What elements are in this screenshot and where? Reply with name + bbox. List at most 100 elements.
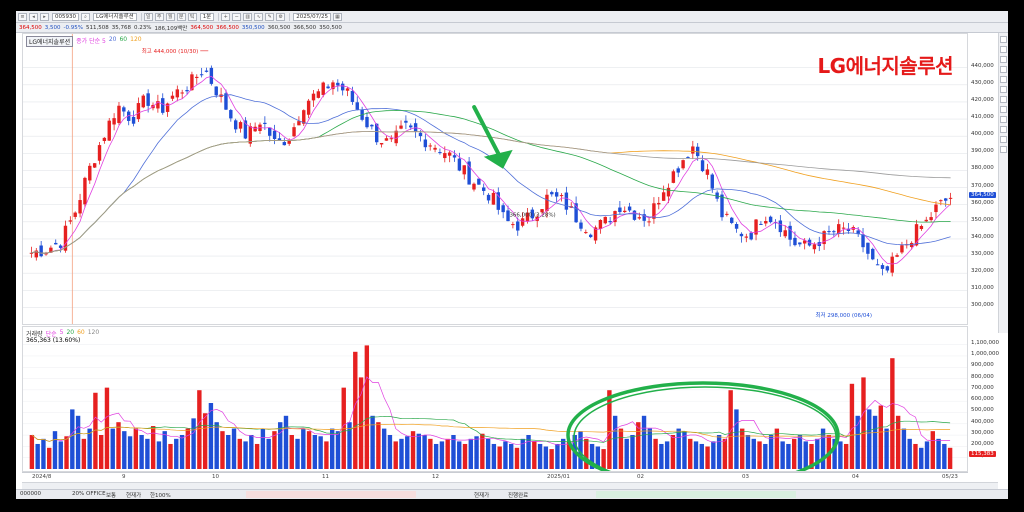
volume-y-tick-label: 500,000: [971, 407, 994, 414]
candle-body: [209, 67, 214, 84]
status-item: 현재가: [126, 493, 142, 499]
period-week-icon[interactable]: 주: [154, 12, 164, 21]
arrow-tool-icon[interactable]: [1000, 116, 1007, 123]
candle-body: [384, 138, 389, 141]
volume-bar: [41, 438, 46, 469]
candle-body: [97, 145, 102, 161]
candle-body: [793, 237, 797, 246]
candle-body: [720, 194, 724, 218]
fibonacci-tool-icon[interactable]: [1000, 76, 1007, 83]
period-month-icon[interactable]: 월: [165, 12, 175, 21]
volume-y-tick-label: 1,000,000: [971, 350, 999, 357]
lock-tool-icon[interactable]: [1000, 146, 1007, 153]
candle-body: [827, 231, 831, 233]
candle-body: [389, 138, 394, 140]
candle-body: [705, 169, 710, 175]
volume-bar: [335, 431, 341, 469]
candle-body: [661, 192, 666, 201]
volume-y-tick-label: 900,000: [971, 362, 994, 369]
period-day-icon[interactable]: 일: [143, 12, 153, 21]
candle-body: [350, 90, 355, 102]
ma-label: 종가 단순 5: [76, 38, 106, 45]
y-tick-label: 310,000: [971, 285, 994, 292]
prev-icon[interactable]: ◂: [29, 12, 38, 21]
toolbar-divider: [140, 12, 142, 21]
status-bar: 00000020%OFFICE보통현재가한100%보통현재가100%현재가진행완…: [16, 489, 1008, 499]
candle-body: [68, 220, 73, 222]
ellipse-tool-icon[interactable]: [1000, 106, 1007, 113]
volume-bar: [786, 443, 791, 469]
volume-bar: [243, 441, 248, 469]
candle-body: [647, 221, 651, 223]
candle-body: [452, 155, 457, 158]
volume-bar: [428, 438, 433, 469]
candle-body: [409, 125, 413, 128]
stock-name-field[interactable]: LG에너지솔루션: [93, 12, 137, 21]
vertical-line-tool-icon[interactable]: [1000, 66, 1007, 73]
candle-body: [340, 83, 345, 91]
horizontal-line-tool-icon[interactable]: [1000, 56, 1007, 63]
candle-body: [394, 130, 398, 144]
draw-icon[interactable]: ✎: [265, 12, 275, 21]
price-chart-pane[interactable]: 최고 444,000 (10/30) 최저 298,000 (06/04) 366,…: [22, 33, 968, 325]
rectangle-tool-icon[interactable]: [1000, 96, 1007, 103]
volume-bar: [751, 438, 756, 469]
indicator-icon[interactable]: ∿: [254, 12, 264, 21]
mid-price-label: 366,000 (3.28%): [509, 213, 555, 219]
cursor-tool-icon[interactable]: [1000, 36, 1007, 43]
candle-body: [365, 116, 369, 128]
zoom-out-icon[interactable]: −: [232, 12, 242, 21]
x-tick-label: 02: [637, 474, 644, 480]
top-toolbar: ≡ ◂ ▸ 005930 ⌕ LG에너지솔루션 일 주 월 분 틱 1분 + −…: [16, 11, 1008, 23]
volume-bar: [445, 438, 450, 469]
next-icon[interactable]: ▸: [40, 12, 49, 21]
volume-bar: [439, 441, 445, 469]
y-tick-label: 330,000: [971, 251, 994, 258]
zoom-in-icon[interactable]: +: [221, 12, 231, 21]
chart-type-icon[interactable]: ▥: [243, 12, 253, 21]
volume-bar: [29, 435, 35, 469]
volume-bar: [387, 435, 393, 469]
volume-bar: [514, 447, 520, 469]
candle-body: [919, 225, 924, 230]
eraser-tool-icon[interactable]: [1000, 126, 1007, 133]
interval-field[interactable]: 1분: [199, 12, 215, 21]
volume-bar: [174, 438, 179, 469]
price-info-value: 350,500: [241, 24, 265, 31]
candle-body: [948, 197, 953, 199]
volume-value: 365,363 (13.60%): [26, 337, 81, 344]
volume-bar: [659, 443, 664, 469]
period-minute-icon[interactable]: 분: [176, 12, 186, 21]
volume-bar: [532, 441, 537, 469]
volume-bar: [214, 422, 219, 469]
candle-body: [170, 95, 175, 99]
ma-label: 20: [108, 36, 117, 43]
y-tick-label: 300,000: [971, 302, 994, 309]
volume-bar: [843, 443, 849, 469]
trendline-tool-icon[interactable]: [1000, 46, 1007, 53]
text-tool-icon[interactable]: [1000, 86, 1007, 93]
settings-icon[interactable]: ⚙: [276, 12, 286, 21]
candle-body: [632, 210, 637, 220]
candle-body: [102, 137, 107, 141]
date-field[interactable]: 2025/07/25: [293, 12, 331, 21]
candle-body: [370, 124, 374, 127]
magnet-tool-icon[interactable]: [1000, 136, 1007, 143]
stock-code-field[interactable]: 005930: [52, 12, 79, 21]
price-info-value: -0.95%: [63, 24, 83, 31]
period-tick-icon[interactable]: 틱: [187, 12, 197, 21]
volume-bar: [884, 428, 889, 469]
volume-bar: [197, 390, 202, 469]
chart-stock-name-box[interactable]: LG에너지솔루션: [26, 36, 74, 47]
calendar-icon[interactable]: ▦: [332, 12, 342, 21]
volume-bar: [682, 431, 687, 469]
search-icon[interactable]: ⌕: [81, 12, 90, 21]
candle-body: [783, 230, 787, 237]
volume-bar: [509, 443, 514, 469]
hts-chart-window: ≡ ◂ ▸ 005930 ⌕ LG에너지솔루션 일 주 월 분 틱 1분 + −…: [16, 11, 1008, 499]
volume-chart-pane[interactable]: 거래량 단순 5 20 60 120 365,363 (13.60%): [22, 326, 968, 472]
volume-bar: [451, 435, 456, 469]
candle-body: [778, 220, 783, 233]
volume-bar: [734, 409, 739, 469]
menu-icon[interactable]: ≡: [18, 12, 27, 21]
